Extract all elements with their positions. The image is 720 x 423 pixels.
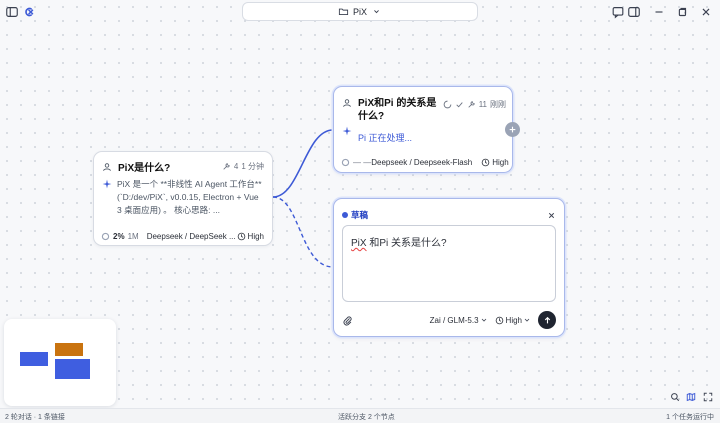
plus-icon (509, 126, 516, 133)
sidebar-toggle-icon[interactable] (5, 5, 19, 19)
draft-input-text: 和Pi 关系是什么? (366, 238, 447, 249)
search-icon[interactable] (670, 392, 680, 402)
node-question: PiX和Pi 的关系是什么? (358, 98, 437, 122)
logo-icon (22, 5, 36, 19)
check-icon (455, 100, 464, 109)
edge-root-to-draft (272, 196, 334, 268)
minimap-node-active (55, 343, 83, 356)
effort-level[interactable]: High (492, 158, 508, 167)
minimap-node-draft (55, 359, 90, 379)
minimap-node-root (20, 352, 48, 366)
status-center: 活跃分支 2 个节点 (338, 414, 395, 421)
draft-input[interactable]: PiX 和Pi 关系是什么? (342, 225, 556, 302)
model-selector[interactable]: Zai / GLM-5.3 (430, 316, 479, 325)
context-size: 1M (127, 232, 139, 241)
wrench-icon (222, 162, 231, 171)
context-ring-icon (101, 232, 110, 241)
chevron-down-icon (523, 316, 531, 324)
close-icon[interactable] (699, 5, 713, 19)
wrench-icon (467, 100, 476, 109)
map-icon[interactable] (686, 392, 696, 402)
effort-level[interactable]: High (248, 232, 264, 241)
node-answer-preview: PiX 是一个 **非线性 AI Agent 工作台** (`D:/dev/Pi… (117, 179, 262, 215)
context-percent: 2% (113, 232, 125, 241)
misspelled-word: PiX (351, 238, 367, 249)
context-ring-icon (341, 158, 350, 167)
token-count: 11 (478, 100, 487, 109)
node-stats: 11 刚刚 (443, 99, 506, 110)
chevron-down-icon (480, 316, 488, 324)
effort-level[interactable]: High (506, 316, 522, 325)
node-question: PiX是什么? (118, 163, 171, 174)
context-placeholder: — — (353, 158, 372, 167)
maximize-icon[interactable] (675, 5, 689, 19)
spinner-icon (443, 100, 452, 109)
conversation-node-child[interactable]: PiX和Pi 的关系是什么? 11 刚刚 Pi 正在处理... — — Deep… (333, 86, 513, 173)
send-icon (544, 316, 550, 323)
minimap[interactable] (4, 319, 116, 406)
draft-status-dot (342, 212, 348, 218)
user-icon (102, 162, 112, 172)
status-bar: 2 轮对话 · 1 条链接 活跃分支 2 个节点 1 个任务运行中 (0, 408, 720, 423)
fit-view-icon[interactable] (703, 392, 713, 402)
close-icon[interactable] (547, 211, 556, 220)
conversation-node-root[interactable]: PiX是什么? 4 1 分钟 PiX 是一个 **非线性 AI Agent 工作… (93, 151, 273, 246)
status-left: 2 轮对话 · 1 条链接 (5, 414, 65, 421)
model-selector[interactable]: Deepseek / Deepseek-Flash (371, 158, 472, 167)
project-title: PiX (352, 6, 367, 17)
minimize-icon[interactable] (652, 5, 666, 19)
elapsed-time: 刚刚 (490, 100, 506, 109)
draft-composer[interactable]: 草稿 PiX 和Pi 关系是什么? Zai / GLM-5.3 High (333, 198, 565, 337)
paperclip-icon[interactable] (342, 315, 353, 326)
add-branch-button[interactable] (505, 122, 520, 137)
draft-label: 草稿 (351, 210, 369, 220)
model-selector[interactable]: Deepseek / DeepSeek ... (147, 232, 236, 241)
panel-icon[interactable] (627, 5, 641, 19)
sparkle-icon (342, 126, 352, 136)
folder-icon (338, 6, 349, 17)
status-right: 1 个任务运行中 (666, 414, 714, 421)
user-icon (342, 98, 352, 108)
edge-root-to-child (272, 129, 334, 198)
node-stats: 4 1 分钟 (222, 161, 264, 172)
sparkle-icon (102, 179, 112, 189)
title-pill[interactable]: PiX (242, 2, 478, 21)
elapsed-time: 1 分钟 (241, 162, 264, 171)
send-button[interactable] (538, 311, 556, 329)
title-bar: PiX (0, 0, 720, 24)
chevron-down-icon (371, 6, 382, 17)
processing-status: Pi 正在处理... (358, 133, 413, 143)
token-count: 4 (233, 162, 239, 171)
effort-icon (237, 232, 246, 241)
effort-icon (495, 316, 504, 325)
effort-icon (481, 158, 490, 167)
chat-icon[interactable] (611, 5, 625, 19)
